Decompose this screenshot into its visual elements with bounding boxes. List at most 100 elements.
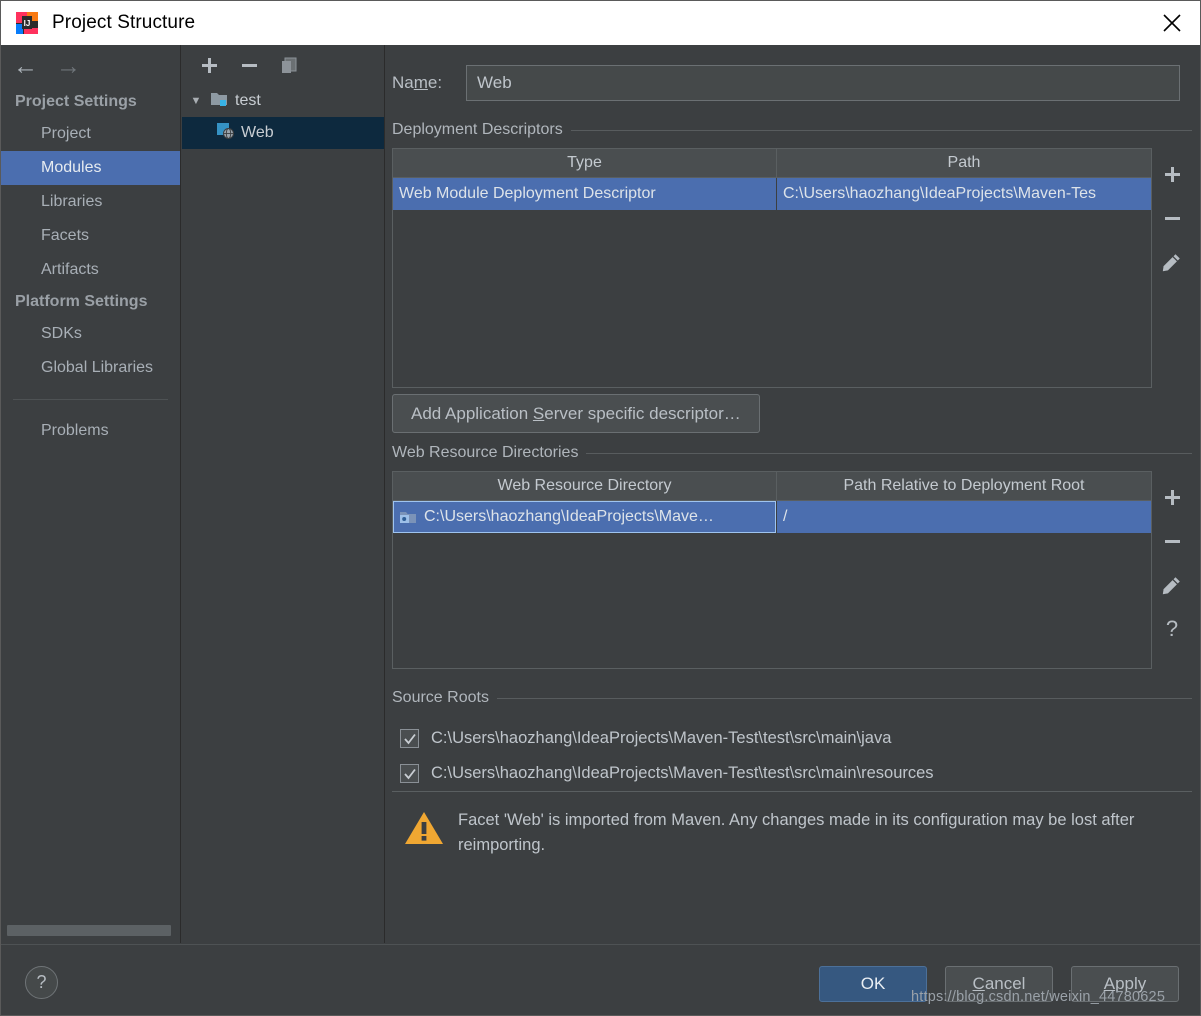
arrow-left-icon[interactable]: ← — [13, 53, 38, 79]
arrow-right-icon[interactable]: → — [56, 53, 81, 79]
question-mark-icon[interactable]: ? — [1152, 607, 1192, 651]
remove-web-resource-button[interactable] — [1152, 519, 1192, 563]
folder-icon — [399, 510, 417, 525]
web-resource-directories-group: Web Resource Directories Web Resource Di… — [392, 444, 1192, 669]
add-descriptor-button[interactable] — [1152, 152, 1192, 196]
source-roots-list: C:\Users\haozhang\IdeaProjects\Maven-Tes… — [392, 715, 1192, 792]
add-descriptor-row: Add Application Server specific descript… — [392, 394, 1192, 433]
close-icon[interactable] — [1144, 1, 1200, 45]
add-application-server-descriptor-button[interactable]: Add Application Server specific descript… — [392, 394, 760, 433]
source-root-checkbox[interactable] — [400, 729, 419, 748]
column-header-type[interactable]: Type — [393, 149, 777, 177]
apply-mnemonic: A — [1103, 974, 1116, 993]
web-resource-table-wrap: Web Resource Directory Path Relative to … — [392, 471, 1192, 669]
module-folder-icon — [210, 91, 229, 112]
cancel-rest: ancel — [984, 974, 1026, 993]
web-resource-directories-table: Web Resource Directory Path Relative to … — [392, 471, 1152, 669]
source-root-path: C:\Users\haozhang\IdeaProjects\Maven-Tes… — [431, 729, 892, 747]
table-body: C:\Users\haozhang\IdeaProjects\Mave… / — [393, 501, 1151, 533]
add-web-resource-button[interactable] — [1152, 475, 1192, 519]
warning-text: Facet 'Web' is imported from Maven. Any … — [458, 811, 1135, 854]
deployment-descriptors-header: Deployment Descriptors — [392, 121, 1192, 139]
intellij-idea-logo-icon: IJ — [15, 11, 39, 35]
sidebar-item-sdks[interactable]: SDKs — [1, 317, 180, 351]
source-root-item[interactable]: C:\Users\haozhang\IdeaProjects\Maven-Tes… — [400, 756, 1192, 791]
maven-facet-warning: Facet 'Web' is imported from Maven. Any … — [404, 808, 1192, 858]
ok-button[interactable]: OK — [819, 966, 927, 1002]
cell-path: C:\Users\haozhang\IdeaProjects\Maven-Tes — [777, 178, 1151, 210]
column-header-path[interactable]: Path — [777, 149, 1151, 177]
sidebar-item-artifacts[interactable]: Artifacts — [1, 253, 180, 287]
source-roots-title: Source Roots — [392, 689, 489, 706]
add-button-mnemonic: S — [532, 404, 545, 423]
warning-triangle-icon — [404, 810, 444, 851]
help-button[interactable]: ? — [25, 966, 58, 999]
cell-text: C:\Users\haozhang\IdeaProjects\Mave… — [424, 508, 714, 525]
sidebar-item-problems[interactable]: Problems — [1, 414, 180, 448]
pencil-icon[interactable] — [1152, 240, 1192, 284]
module-settings-content: Name: Web Deployment Descriptors Type Pa… — [386, 45, 1200, 943]
web-resource-directories-header: Web Resource Directories — [392, 444, 1192, 462]
cell-relative-path: / — [777, 501, 1151, 533]
deployment-descriptors-group: Deployment Descriptors Type Path Web Mod… — [392, 121, 1192, 433]
sidebar-item-global-libraries[interactable]: Global Libraries — [1, 351, 180, 385]
sidebar-item-facets[interactable]: Facets — [1, 219, 180, 253]
source-root-checkbox[interactable] — [400, 764, 419, 783]
sidebar-item-modules[interactable]: Modules — [1, 151, 180, 185]
copy-icon[interactable] — [277, 53, 301, 77]
name-label: Name: — [392, 73, 466, 93]
project-structure-dialog: IJ Project Structure ← → Project Setting… — [0, 0, 1201, 1016]
source-root-item[interactable]: C:\Users\haozhang\IdeaProjects\Maven-Tes… — [400, 721, 1192, 756]
window-title: Project Structure — [52, 12, 196, 33]
web-resource-tools: ? — [1152, 471, 1192, 669]
pencil-icon[interactable] — [1152, 563, 1192, 607]
svg-text:IJ: IJ — [24, 19, 31, 28]
sidebar-item-project[interactable]: Project — [1, 117, 180, 151]
source-roots-group: Source Roots C:\Users\haozhang\IdeaProje… — [392, 689, 1192, 792]
table-row[interactable]: C:\Users\haozhang\IdeaProjects\Mave… / — [393, 501, 1151, 533]
column-header-web-resource-directory[interactable]: Web Resource Directory — [393, 472, 777, 500]
add-button-post: erver specific descriptor… — [544, 404, 741, 423]
sidebar-group-project-settings: Project Settings — [15, 93, 137, 110]
sidebar-divider — [13, 399, 168, 400]
source-roots-header: Source Roots — [392, 689, 1192, 707]
add-button-pre: Add Application — [411, 404, 533, 423]
name-label-pre: Na — [392, 73, 414, 92]
web-facet-icon — [216, 122, 235, 144]
tree-node-web[interactable]: Web — [182, 117, 384, 149]
title-bar: IJ Project Structure — [1, 1, 1200, 45]
deployment-descriptors-table-wrap: Type Path Web Module Deployment Descript… — [392, 148, 1192, 388]
apply-rest: pply — [1115, 974, 1147, 993]
cell-web-resource-directory: C:\Users\haozhang\IdeaProjects\Mave… — [393, 501, 777, 533]
deployment-descriptors-tools — [1152, 148, 1192, 388]
chevron-down-icon[interactable]: ▼ — [188, 95, 204, 107]
name-row: Name: Web — [386, 45, 1200, 101]
apply-button[interactable]: Apply — [1071, 966, 1179, 1002]
name-label-post: e: — [427, 73, 443, 92]
name-input[interactable]: Web — [466, 65, 1180, 101]
deployment-descriptors-table: Type Path Web Module Deployment Descript… — [392, 148, 1152, 388]
cancel-button[interactable]: Cancel — [945, 966, 1053, 1002]
group-divider — [586, 452, 1192, 454]
tree-node-test[interactable]: ▼ test — [182, 85, 384, 117]
source-root-path: C:\Users\haozhang\IdeaProjects\Maven-Tes… — [431, 764, 934, 782]
table-row[interactable]: Web Module Deployment Descriptor C:\User… — [393, 178, 1151, 210]
table-header-row: Type Path — [393, 149, 1151, 178]
table-body: Web Module Deployment Descriptor C:\User… — [393, 178, 1151, 210]
table-header-row: Web Resource Directory Path Relative to … — [393, 472, 1151, 501]
minus-icon[interactable] — [237, 53, 261, 77]
deployment-descriptors-title: Deployment Descriptors — [392, 121, 563, 138]
web-resource-directories-title: Web Resource Directories — [392, 444, 579, 461]
column-header-relative-path[interactable]: Path Relative to Deployment Root — [777, 472, 1151, 500]
name-label-mnemonic: m — [413, 73, 428, 92]
cancel-mnemonic: C — [972, 974, 985, 993]
tree-node-label: test — [235, 92, 261, 109]
group-divider — [570, 129, 1192, 131]
sidebar-horizontal-scrollbar[interactable] — [7, 925, 171, 936]
plus-icon[interactable] — [197, 53, 221, 77]
module-tree-panel: ▼ test Web — [182, 45, 385, 943]
remove-descriptor-button[interactable] — [1152, 196, 1192, 240]
tree-node-label: Web — [241, 124, 274, 141]
cell-type: Web Module Deployment Descriptor — [393, 178, 777, 210]
sidebar-item-libraries[interactable]: Libraries — [1, 185, 180, 219]
